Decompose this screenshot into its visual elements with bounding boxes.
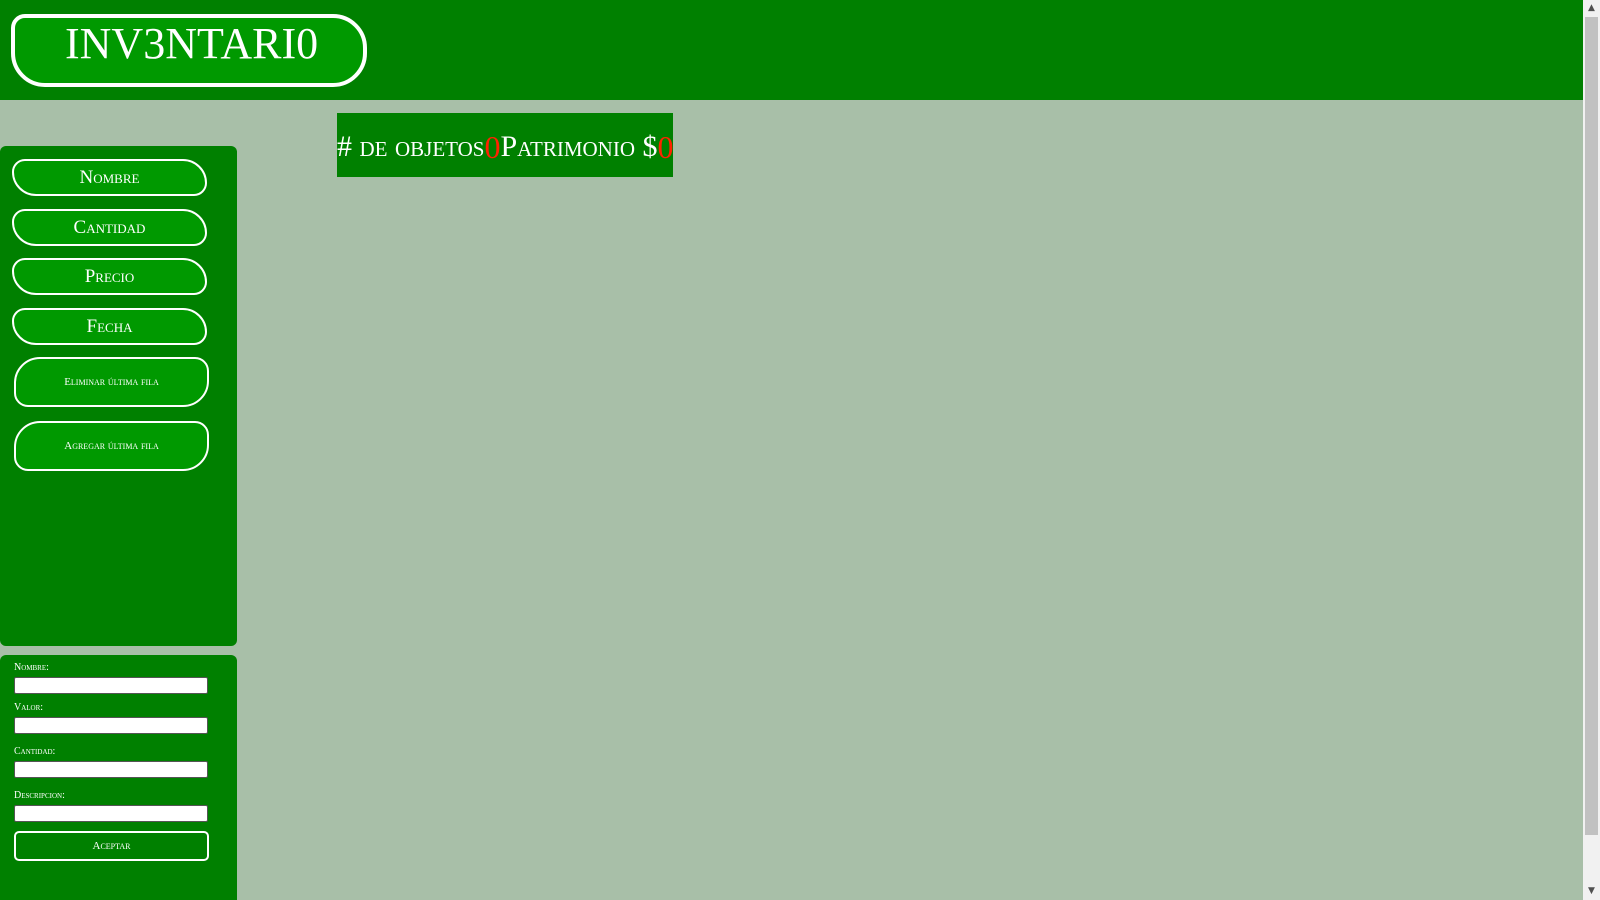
objects-count-label: # de objetos (337, 130, 485, 163)
quantity-field[interactable] (14, 761, 208, 778)
app-logo: INV3NTARI0 (11, 14, 367, 87)
remove-last-row-button[interactable]: Eliminar última fila (14, 357, 209, 407)
scrollbar-thumb[interactable] (1585, 17, 1598, 835)
patrimony-value: 0 (657, 129, 674, 165)
quantity-field-label: Cantidad: (14, 746, 56, 757)
sidebar: Nombre Cantidad Precio Fecha Eliminar úl… (0, 146, 237, 646)
item-form: Nombre: Valor: Cantidad: Descripcion: Ac… (0, 655, 237, 900)
sort-by-name-button[interactable]: Nombre (12, 159, 207, 196)
name-field[interactable] (14, 677, 208, 694)
patrimony-label: Patrimonio $ (500, 130, 658, 163)
sort-by-price-button[interactable]: Precio (12, 258, 207, 295)
value-field-label: Valor: (14, 702, 44, 713)
header-bar: INV3NTARI0 (0, 0, 1583, 100)
objects-count-value: 0 (484, 129, 501, 165)
inventory-summary: # de objetos 0 Patrimonio $0 (337, 113, 674, 177)
vertical-scrollbar[interactable]: ▲ ▼ (1583, 0, 1600, 900)
sort-by-date-button[interactable]: Fecha (12, 308, 207, 345)
description-field-label: Descripcion: (14, 790, 65, 801)
value-field[interactable] (14, 717, 208, 734)
add-last-row-button[interactable]: Agregar última fila (14, 421, 209, 471)
scroll-down-arrow-icon[interactable]: ▼ (1583, 883, 1600, 900)
accept-button[interactable]: Aceptar (14, 831, 209, 861)
sort-by-quantity-button[interactable]: Cantidad (12, 209, 207, 246)
name-field-label: Nombre: (14, 662, 49, 673)
description-field[interactable] (14, 805, 208, 822)
scroll-up-arrow-icon[interactable]: ▲ (1583, 0, 1600, 17)
